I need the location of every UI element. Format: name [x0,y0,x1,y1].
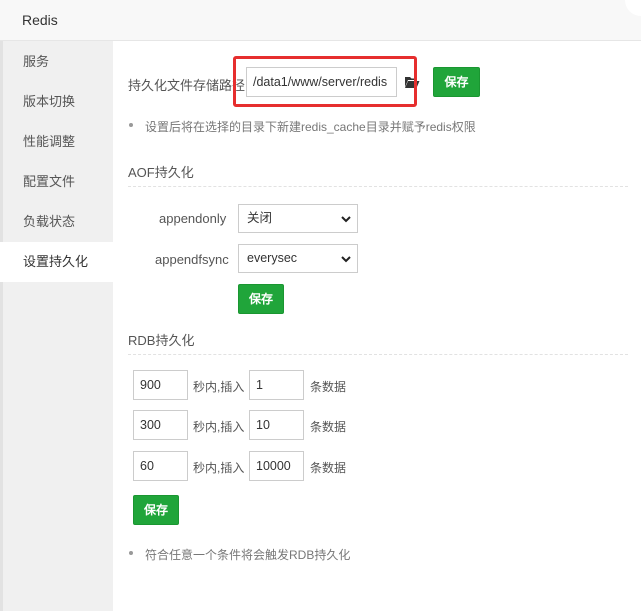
rdb-end-label: 条数据 [310,380,347,394]
aof-section-title: AOF持久化 [128,165,194,180]
appendonly-value: 关闭 [247,211,273,225]
rdb-count-input[interactable] [249,451,304,481]
rdb-seconds-input[interactable] [133,370,188,400]
sidebar-item-version-switch[interactable]: 版本切换 [0,82,113,122]
rdb-end-label: 条数据 [310,420,347,434]
rdb-seconds-input[interactable] [133,410,188,440]
rdb-count-input[interactable] [249,370,304,400]
rdb-hint: 符合任意一个条件将会触发RDB持久化 [145,548,351,562]
rdb-divider [128,354,628,355]
bullet-dot [129,551,133,555]
rdb-mid-label: 秒内,插入 [193,380,245,394]
rdb-end-label: 条数据 [310,461,347,475]
rdb-count-input[interactable] [249,410,304,440]
rdb-mid-label: 秒内,插入 [193,420,245,434]
chevron-down-icon [341,216,351,223]
highlight-box [233,56,417,107]
appendfsync-select[interactable]: everysec [238,244,358,273]
storage-path-label: 持久化文件存储路径 [128,78,246,93]
sidebar-item-service[interactable]: 服务 [0,42,113,82]
appendfsync-label: appendfsync [155,252,229,267]
bullet-dot [129,123,133,127]
sidebar-item-config-file[interactable]: 配置文件 [0,162,113,202]
chevron-down-icon [341,256,351,263]
appendfsync-value: everysec [247,251,298,265]
storage-save-button[interactable]: 保存 [433,67,480,97]
dialog-titlebar: Redis [0,0,641,41]
storage-hint: 设置后将在选择的目录下新建redis_cache目录并赋予redis权限 [145,120,476,134]
appendonly-select[interactable]: 关闭 [238,204,358,233]
rdb-seconds-input[interactable] [133,451,188,481]
sidebar-item-performance[interactable]: 性能调整 [0,122,113,162]
dialog-title: Redis [22,12,58,28]
aof-save-button[interactable]: 保存 [238,284,284,314]
rdb-mid-label: 秒内,插入 [193,461,245,475]
rdb-section-title: RDB持久化 [128,333,195,348]
rdb-save-button[interactable]: 保存 [133,495,179,525]
sidebar-item-load-status[interactable]: 负载状态 [0,202,113,242]
aof-divider [128,186,628,187]
sidebar-item-persistence[interactable]: 设置持久化 [0,242,113,282]
appendonly-label: appendonly [159,211,227,226]
